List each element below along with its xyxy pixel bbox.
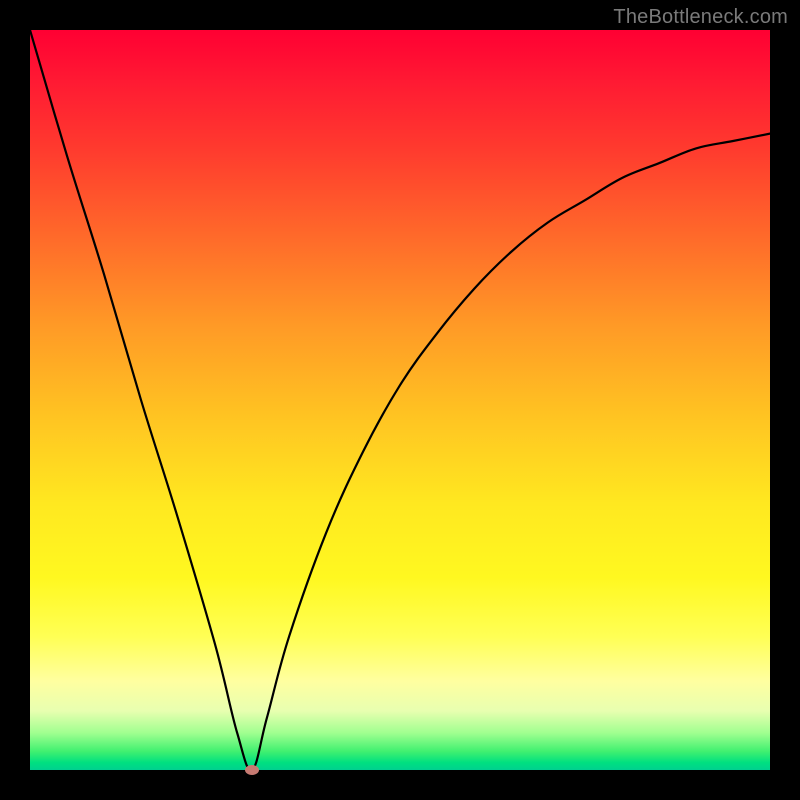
minimum-marker	[245, 765, 259, 775]
watermark-text: TheBottleneck.com	[613, 6, 788, 29]
chart-frame: TheBottleneck.com	[0, 0, 800, 800]
bottleneck-curve	[30, 30, 770, 770]
plot-area	[30, 30, 770, 770]
